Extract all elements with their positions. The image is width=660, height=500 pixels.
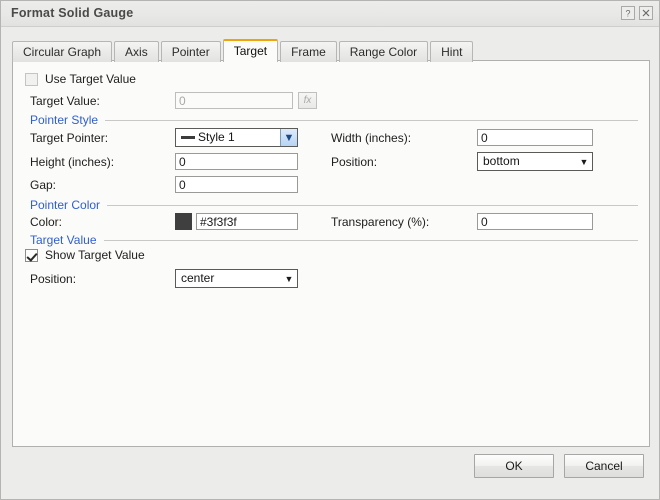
pointer-position-value: bottom xyxy=(483,154,520,168)
tab-label: Target xyxy=(233,44,268,58)
chevron-down-icon[interactable]: ▼ xyxy=(576,153,592,170)
tab-label: Axis xyxy=(125,45,148,59)
target-value-input[interactable] xyxy=(175,92,293,109)
use-target-value-checkbox[interactable]: Use Target Value xyxy=(25,72,136,86)
checkbox-box xyxy=(25,248,38,262)
tab-label: Range Color xyxy=(349,45,418,59)
format-solid-gauge-dialog: Format Solid Gauge ? Circular Graph Axis… xyxy=(0,0,660,500)
tab-hint[interactable]: Hint xyxy=(430,41,474,62)
svg-text:?: ? xyxy=(625,9,630,19)
section-pointer-style: Pointer Style xyxy=(30,113,638,127)
section-rule xyxy=(105,119,638,121)
pointer-position-select[interactable]: bottom ▼ xyxy=(477,152,593,171)
ok-button[interactable]: OK xyxy=(474,454,554,478)
section-pointer-style-label: Pointer Style xyxy=(30,113,99,127)
tab-frame[interactable]: Frame xyxy=(280,41,337,62)
tab-axis[interactable]: Axis xyxy=(114,41,159,62)
tab-label: Frame xyxy=(291,45,326,59)
gap-input[interactable] xyxy=(175,176,298,193)
gap-label: Gap: xyxy=(30,178,57,192)
color-label: Color: xyxy=(30,215,63,229)
tab-label: Pointer xyxy=(171,45,210,59)
chevron-down-icon[interactable]: ▼ xyxy=(281,270,297,287)
section-rule xyxy=(103,239,638,241)
width-inches-input[interactable] xyxy=(477,129,593,146)
section-rule xyxy=(107,204,638,206)
section-pointer-color: Pointer Color xyxy=(30,198,638,212)
section-pointer-color-label: Pointer Color xyxy=(30,198,101,212)
label-position-select[interactable]: center ▼ xyxy=(175,269,298,288)
tab-label: Hint xyxy=(441,45,463,59)
width-inches-label: Width (inches): xyxy=(331,131,412,145)
label-position-value: center xyxy=(181,271,215,285)
target-value-fx-button[interactable]: fx xyxy=(298,92,317,109)
tab-strip: Circular Graph Axis Pointer Target Frame… xyxy=(12,38,474,62)
page-title: Format Solid Gauge xyxy=(11,6,134,20)
tab-pointer[interactable]: Pointer xyxy=(160,41,221,62)
section-target-value: Target Value xyxy=(30,233,638,247)
cancel-button[interactable]: Cancel xyxy=(564,454,644,478)
chevron-down-icon[interactable]: ▼ xyxy=(280,129,297,146)
checkbox-box xyxy=(25,72,38,86)
color-hex-input[interactable] xyxy=(196,213,298,230)
title-bar: Format Solid Gauge ? xyxy=(1,1,659,27)
use-target-value-label: Use Target Value xyxy=(45,72,136,86)
transparency-label: Transparency (%): xyxy=(331,215,430,229)
target-pointer-select[interactable]: Style 1 ▼ xyxy=(175,128,298,147)
target-tab-panel: Use Target Value Target Value: fx Pointe… xyxy=(12,60,650,447)
label-position-label: Position: xyxy=(30,272,77,286)
show-target-value-label: Show Target Value xyxy=(45,248,145,262)
tab-circular-graph[interactable]: Circular Graph xyxy=(12,41,113,62)
pointer-style-line-icon xyxy=(181,136,195,139)
target-value-label: Target Value: xyxy=(30,94,100,108)
show-target-value-checkbox[interactable]: Show Target Value xyxy=(25,248,145,262)
tab-label: Circular Graph xyxy=(23,45,102,59)
tab-target[interactable]: Target xyxy=(222,39,279,62)
tab-range-color[interactable]: Range Color xyxy=(338,41,429,62)
color-swatch[interactable] xyxy=(175,213,192,230)
section-target-value-label: Target Value xyxy=(30,233,97,247)
target-pointer-label: Target Pointer: xyxy=(30,131,109,145)
transparency-input[interactable] xyxy=(477,213,593,230)
target-pointer-value: Style 1 xyxy=(198,130,235,144)
close-icon[interactable] xyxy=(639,6,653,20)
help-icon[interactable]: ? xyxy=(621,6,635,20)
pointer-position-label: Position: xyxy=(331,155,378,169)
height-inches-input[interactable] xyxy=(175,153,298,170)
height-inches-label: Height (inches): xyxy=(30,155,115,169)
title-bar-buttons: ? xyxy=(621,6,653,20)
target-pointer-value-wrap: Style 1 xyxy=(176,129,280,146)
